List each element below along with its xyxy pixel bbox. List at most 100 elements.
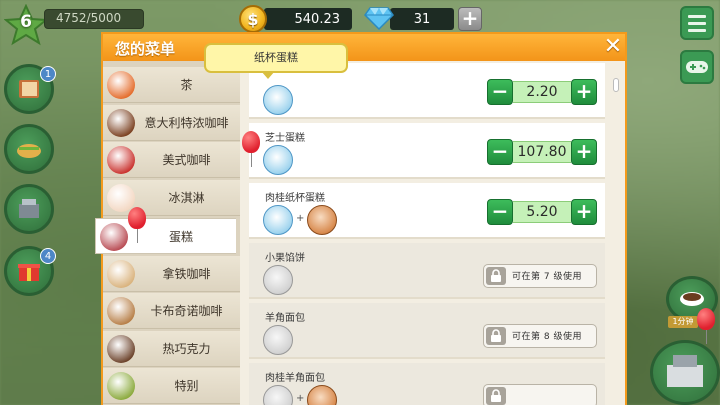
decrease-price-button[interactable]: −: [487, 199, 513, 225]
item-tooltip: 纸杯蛋糕: [204, 43, 348, 73]
menu-item-name: 芝士蛋糕: [265, 133, 305, 144]
balloon-string: [706, 330, 707, 344]
menu-item-name: 肉桂纸杯蛋糕: [265, 193, 325, 204]
gamepad-icon: [686, 61, 708, 73]
main-menu-button[interactable]: [680, 6, 714, 40]
balloon-string: [137, 229, 138, 243]
espresso-cup-icon: [107, 109, 135, 137]
cheesecake-icon: [263, 145, 293, 175]
coin-icon: $: [239, 5, 267, 33]
category-label: 热巧克力: [162, 342, 211, 356]
cinnamon-icon: [307, 385, 337, 405]
tart-icon: [263, 265, 293, 295]
decrease-price-button[interactable]: −: [487, 139, 513, 165]
gift-icon: [18, 264, 40, 281]
price-value: 2.20: [513, 81, 571, 103]
lock-icon: [486, 387, 506, 405]
balloon-string: [251, 153, 252, 167]
category-label: 卡布奇诺咖啡: [150, 304, 223, 318]
close-button[interactable]: ✕: [602, 36, 624, 58]
price-stepper: −2.20 +: [487, 79, 597, 105]
food-button[interactable]: [4, 124, 54, 174]
tea-cup-icon: [107, 71, 135, 99]
category-tab[interactable]: 卡布奇诺咖啡: [103, 293, 240, 329]
increase-price-button[interactable]: +: [571, 199, 597, 225]
category-label: 美式咖啡: [162, 153, 211, 167]
croissant-icon: [263, 385, 293, 405]
latte-icon: [107, 260, 135, 288]
category-label: 意大利特浓咖啡: [144, 116, 229, 130]
cash-register-icon: [667, 355, 703, 387]
gamepad-button[interactable]: [680, 50, 714, 84]
american-coffee-icon: [107, 146, 135, 174]
menu-line-icon: [688, 21, 706, 25]
lock-icon: [486, 327, 506, 345]
menu-line-icon: [688, 28, 706, 32]
menu-item-row: 芝士蛋糕 −107.80 +: [249, 123, 605, 179]
menu-item-row: 肉桂纸杯蛋糕 + −5.20 +: [249, 183, 605, 239]
category-list: 茶意大利特浓咖啡 美式咖啡 冰淇淋 蛋糕 拿铁咖啡 卡布奇诺咖啡 热巧克力 特别: [95, 61, 240, 405]
unlock-level-text: 可在第 8 级使用: [512, 332, 582, 342]
category-tab[interactable]: 热巧克力: [103, 331, 240, 367]
combo-plus-icon: +: [296, 213, 305, 224]
category-label: 冰淇淋: [168, 191, 205, 205]
hot-chocolate-icon: [107, 335, 135, 363]
notification-badge: 1: [40, 66, 56, 82]
decrease-price-button[interactable]: −: [487, 79, 513, 105]
book-icon: [19, 80, 39, 98]
combo-plus-icon: +: [296, 393, 305, 404]
locked-indicator: [483, 384, 597, 405]
price-stepper: −107.80 +: [487, 139, 597, 165]
register-icon: [19, 199, 39, 218]
croissant-icon: [263, 325, 293, 355]
price-value: 107.80: [513, 141, 571, 163]
cappuccino-icon: [107, 297, 135, 325]
unlock-level-text: 可在第 7 级使用: [512, 272, 582, 282]
menu-item-name: 小果馅饼: [265, 253, 305, 264]
register-button[interactable]: [650, 340, 720, 405]
menu-item-name: 羊角面包: [265, 313, 305, 324]
increase-price-button[interactable]: +: [571, 79, 597, 105]
menu-line-icon: [688, 14, 706, 18]
increase-price-button[interactable]: +: [571, 139, 597, 165]
cash-register-button[interactable]: [4, 184, 54, 234]
dialog-title: 您的菜单: [115, 40, 176, 58]
menu-item-row: 羊角面包可在第 8 级使用: [249, 303, 605, 359]
category-label: 特别: [174, 379, 199, 393]
scrollbar[interactable]: [613, 78, 619, 92]
cupcake-icon: [263, 205, 293, 235]
balloon-icon: [128, 207, 146, 229]
category-tab[interactable]: 冰淇淋: [103, 180, 240, 216]
menu-dialog: 您的菜单 ✕ 茶意大利特浓咖啡 美式咖啡 冰淇淋 蛋糕 拿铁咖啡 卡布奇诺咖啡 热巧克力 特别…: [95, 32, 627, 405]
coin-balance: 540.23: [264, 8, 352, 30]
notification-badge: 4: [40, 248, 56, 264]
cake-icon: [100, 223, 128, 251]
menu-item-list: −2.20 + 芝士蛋糕 −107.80 + 肉桂纸杯蛋糕 + −5.20 + 小果馅饼 可在第 7…: [249, 61, 605, 405]
category-label: 拿铁咖啡: [162, 267, 211, 281]
category-tab[interactable]: 拿铁咖啡: [103, 256, 240, 292]
gem-icon: [364, 7, 394, 30]
xp-text: 4752/5000: [56, 11, 122, 25]
timer-tag: 1分钟: [668, 316, 698, 328]
locked-indicator: 可在第 7 级使用: [483, 264, 597, 288]
category-tab[interactable]: 意大利特浓咖啡: [103, 105, 240, 141]
gem-balance: 31: [390, 8, 454, 30]
ice-cream-icon: [107, 184, 135, 212]
sandwich-icon: [17, 144, 41, 158]
cinnamon-icon: [307, 205, 337, 235]
locked-indicator: 可在第 8 级使用: [483, 324, 597, 348]
menu-item-row: 小果馅饼可在第 7 级使用: [249, 243, 605, 299]
balloon-icon: [697, 308, 715, 330]
menu-item-row: 肉桂羊角面包 +: [249, 363, 605, 405]
category-tab[interactable]: 蛋糕: [95, 218, 236, 254]
category-label: 蛋糕: [168, 229, 193, 244]
dialog-header: 您的菜单 ✕: [103, 34, 625, 61]
category-tab[interactable]: 特别: [103, 368, 240, 404]
menu-item-name: 肉桂羊角面包: [265, 373, 325, 384]
tooltip-arrow: [261, 71, 275, 79]
lock-icon: [486, 267, 506, 285]
special-icon: [107, 372, 135, 400]
add-currency-button[interactable]: +: [458, 7, 482, 31]
price-stepper: −5.20 +: [487, 199, 597, 225]
category-tab[interactable]: 美式咖啡: [103, 142, 240, 178]
